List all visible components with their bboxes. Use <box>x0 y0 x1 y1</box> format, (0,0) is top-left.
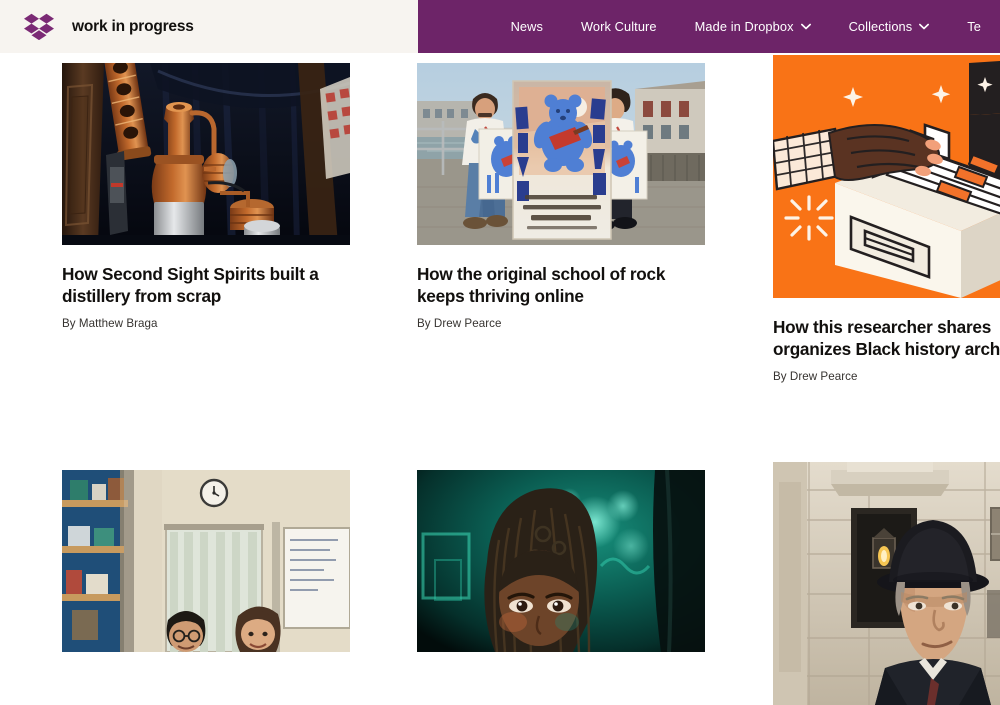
nav-item-news[interactable]: News <box>492 0 562 53</box>
teal-lit-portrait-photo <box>417 470 705 652</box>
nav-list: News Work Culture Made in Dropbox Collec… <box>492 0 1000 53</box>
article-thumbnail[interactable] <box>773 462 1000 705</box>
article-grid: How Second Sight Spirits built a distill… <box>0 53 1000 560</box>
copper-distillery-still-photo <box>62 63 350 245</box>
article-thumbnail[interactable] <box>773 55 1000 298</box>
live-bear-school-of-american-music-poster-photo <box>417 63 705 245</box>
nav-item-tech[interactable]: Te <box>948 0 1000 53</box>
chevron-down-icon <box>801 23 811 30</box>
article-byline: By Drew Pearce <box>417 317 705 330</box>
bowler-hat-man-photo <box>773 462 1000 705</box>
orange-file-cabinet-illustration <box>773 55 1000 298</box>
brand-zone[interactable]: work in progress <box>0 0 418 53</box>
two-people-in-office-photo <box>62 470 350 652</box>
article-card[interactable] <box>62 470 350 652</box>
dropbox-logo-icon <box>24 13 54 40</box>
nav-item-made-in-dropbox[interactable]: Made in Dropbox <box>676 0 830 53</box>
article-title[interactable]: How the original school of rock keeps th… <box>417 263 705 308</box>
nav-item-collections[interactable]: Collections <box>830 0 949 53</box>
article-thumbnail[interactable] <box>62 63 350 245</box>
article-card[interactable] <box>417 470 705 652</box>
article-thumbnail[interactable] <box>62 470 350 652</box>
nav-item-label: Made in Dropbox <box>695 19 794 34</box>
site-header: work in progress News Work Culture Made … <box>0 0 1000 53</box>
chevron-down-icon <box>919 23 929 30</box>
main-navigation: News Work Culture Made in Dropbox Collec… <box>418 0 1000 53</box>
nav-item-label: Collections <box>849 19 913 34</box>
nav-item-label: Te <box>967 19 981 34</box>
nav-item-work-culture[interactable]: Work Culture <box>562 0 676 53</box>
article-title[interactable]: How this researcher shares organizes Bla… <box>773 316 1000 361</box>
article-thumbnail[interactable] <box>417 470 705 652</box>
article-byline: By Matthew Braga <box>62 317 350 330</box>
nav-item-label: Work Culture <box>581 19 657 34</box>
article-card[interactable] <box>773 462 1000 705</box>
article-title[interactable]: How Second Sight Spirits built a distill… <box>62 263 350 308</box>
brand-title: work in progress <box>72 18 194 36</box>
article-card[interactable]: How the original school of rock keeps th… <box>417 63 705 330</box>
article-card[interactable]: How Second Sight Spirits built a distill… <box>62 63 350 330</box>
nav-item-label: News <box>511 19 543 34</box>
article-card[interactable]: How this researcher shares organizes Bla… <box>773 55 1000 383</box>
article-thumbnail[interactable] <box>417 63 705 245</box>
article-byline: By Drew Pearce <box>773 370 1000 383</box>
